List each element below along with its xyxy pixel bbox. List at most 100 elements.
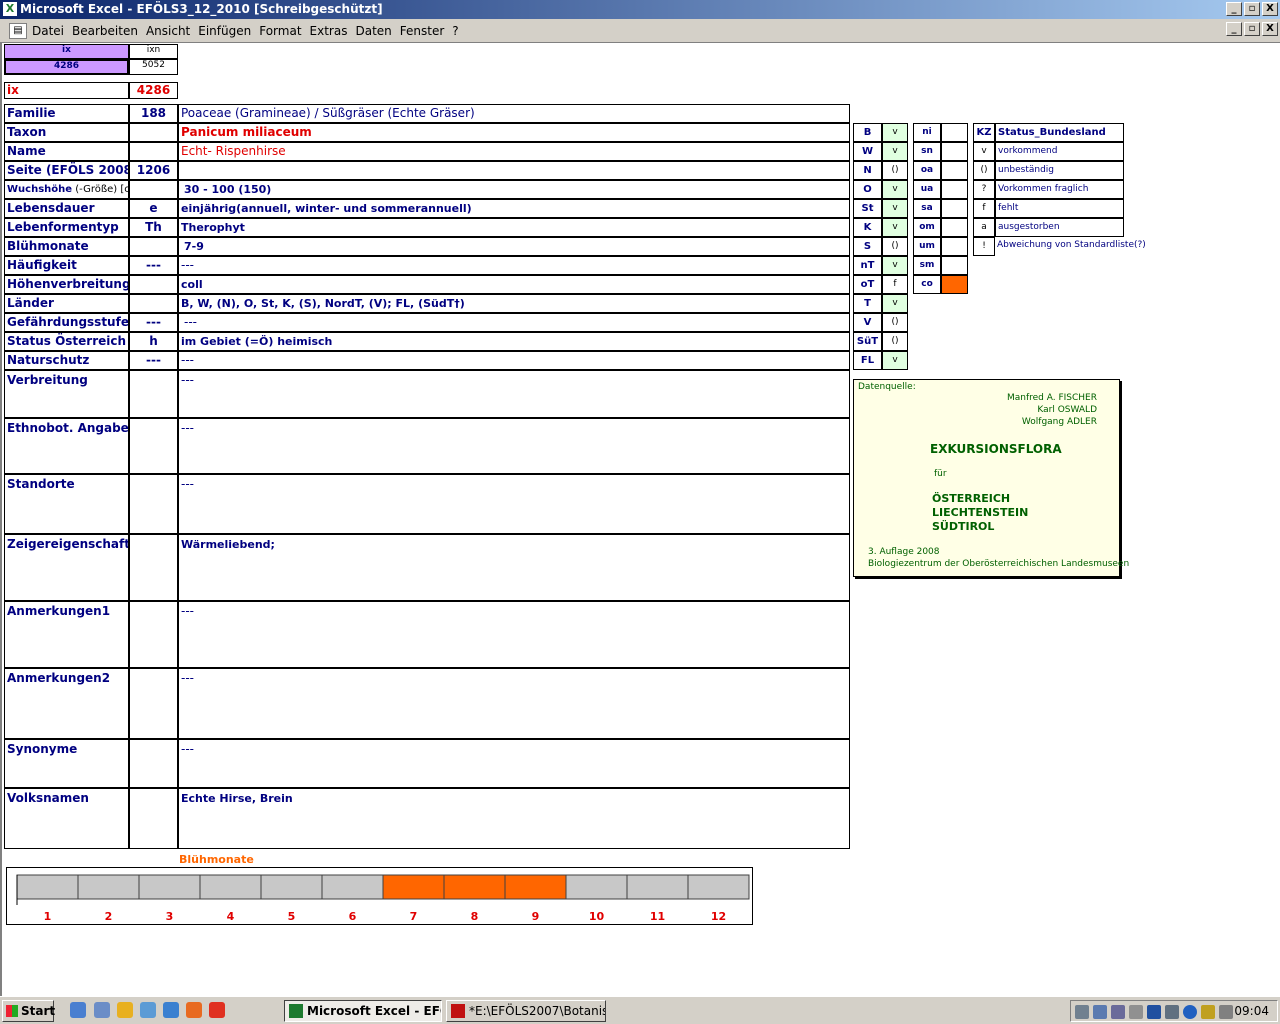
row-label-16[interactable]: Standorte: [4, 474, 129, 534]
zone-code-0[interactable]: ni: [913, 123, 941, 142]
tray-icon-8[interactable]: [1201, 1005, 1215, 1019]
row-value-11[interactable]: ---: [178, 313, 850, 332]
tray-search-icon[interactable]: [1093, 1005, 1107, 1019]
row-value-1[interactable]: Panicum miliaceum: [178, 123, 850, 142]
minimize-button[interactable]: _: [1226, 2, 1242, 16]
row-code-17[interactable]: [129, 534, 178, 601]
row-value-10[interactable]: B, W, (N), O, St, K, (S), NordT, (V); FL…: [178, 294, 850, 313]
ixn-value-cell[interactable]: 5052: [129, 59, 178, 75]
bundesland-status-10[interactable]: (): [882, 313, 908, 332]
bundesland-status-8[interactable]: f: [882, 275, 908, 294]
tray-icon-6[interactable]: [1165, 1005, 1179, 1019]
quicklaunch-network-icon[interactable]: [140, 1002, 156, 1018]
legend-code-5[interactable]: !: [973, 237, 995, 256]
row-value-9[interactable]: coll: [178, 275, 850, 294]
workbook-icon[interactable]: ▤: [9, 23, 27, 39]
zone-status-1[interactable]: [941, 142, 968, 161]
legend-code-2[interactable]: ?: [973, 180, 995, 199]
bundesland-code-0[interactable]: B: [853, 123, 882, 142]
row-code-0[interactable]: 188: [129, 104, 178, 123]
legend-code-4[interactable]: a: [973, 218, 995, 237]
taskbar-editor-button[interactable]: *E:\EFÖLS2007\Botanisc...: [446, 1000, 606, 1022]
row-label-1[interactable]: Taxon: [4, 123, 129, 142]
worksheet[interactable]: ix 4286 ixn 5052 ix 4286 Familie 188 Poace…: [0, 43, 1280, 996]
row-value-0[interactable]: Poaceae (Gramineae) / Süßgräser (Echte G…: [178, 104, 850, 123]
row-label-3[interactable]: Seite (EFÖLS 2008): [4, 161, 129, 180]
row-code-15[interactable]: [129, 418, 178, 474]
zone-status-7[interactable]: [941, 256, 968, 275]
row-value-18[interactable]: ---: [178, 601, 850, 668]
doc-close-button[interactable]: X: [1262, 22, 1278, 36]
menu-item-7[interactable]: Fenster: [400, 24, 445, 38]
menu-item-4[interactable]: Format: [259, 24, 301, 38]
zone-status-6[interactable]: [941, 237, 968, 256]
bundesland-code-7[interactable]: nT: [853, 256, 882, 275]
row-code-11[interactable]: ---: [129, 313, 178, 332]
row-label-21[interactable]: Volksnamen: [4, 788, 129, 849]
row-label-13[interactable]: Naturschutz: [4, 351, 129, 370]
row-code-14[interactable]: [129, 370, 178, 418]
quicklaunch-chrome-icon[interactable]: [209, 1002, 225, 1018]
legend-text-0[interactable]: vorkommend: [995, 142, 1124, 161]
quicklaunch-firefox-icon[interactable]: [186, 1002, 202, 1018]
tray-icon-4[interactable]: [1129, 1005, 1143, 1019]
legend-text-2[interactable]: Vorkommen fraglich: [995, 180, 1124, 199]
row-value-20[interactable]: ---: [178, 739, 850, 788]
row-value-17[interactable]: Wärmeliebend;: [178, 534, 850, 601]
row-label-19[interactable]: Anmerkungen2: [4, 668, 129, 739]
row-value-19[interactable]: ---: [178, 668, 850, 739]
start-button[interactable]: Start: [2, 1000, 55, 1022]
bundesland-code-8[interactable]: oT: [853, 275, 882, 294]
row-code-3[interactable]: 1206: [129, 161, 178, 180]
legend-kz-header[interactable]: KZ: [973, 123, 995, 142]
row-label-8[interactable]: Häufigkeit: [4, 256, 129, 275]
quicklaunch-explorer-icon[interactable]: [94, 1002, 110, 1018]
row-label-0[interactable]: Familie: [4, 104, 129, 123]
menu-item-1[interactable]: Bearbeiten: [72, 24, 138, 38]
zone-code-5[interactable]: om: [913, 218, 941, 237]
row-value-2[interactable]: Echt- Rispenhirse: [178, 142, 850, 161]
zone-code-7[interactable]: sm: [913, 256, 941, 275]
zone-code-3[interactable]: ua: [913, 180, 941, 199]
bundesland-code-3[interactable]: O: [853, 180, 882, 199]
row-code-13[interactable]: ---: [129, 351, 178, 370]
row-code-2[interactable]: [129, 142, 178, 161]
bundesland-code-1[interactable]: W: [853, 142, 882, 161]
row-label-20[interactable]: Synonyme: [4, 739, 129, 788]
row-value-21[interactable]: Echte Hirse, Brein: [178, 788, 850, 849]
zone-code-8[interactable]: co: [913, 275, 941, 294]
zone-status-0[interactable]: [941, 123, 968, 142]
zone-code-1[interactable]: sn: [913, 142, 941, 161]
tray-shield-icon[interactable]: [1147, 1005, 1161, 1019]
row-code-21[interactable]: [129, 788, 178, 849]
restore-button[interactable]: ▫: [1244, 2, 1260, 16]
legend-text-1[interactable]: unbeständig: [995, 161, 1124, 180]
bundesland-code-4[interactable]: St: [853, 199, 882, 218]
row-code-1[interactable]: [129, 123, 178, 142]
menu-item-0[interactable]: Datei: [32, 24, 64, 38]
row-value-12[interactable]: im Gebiet (=Ö) heimisch: [178, 332, 850, 351]
tray-icon-1[interactable]: [1075, 1005, 1089, 1019]
row-code-4[interactable]: [129, 180, 178, 199]
taskbar-excel-button[interactable]: Microsoft Excel - EFÖL...: [284, 1000, 442, 1022]
row-code-9[interactable]: [129, 275, 178, 294]
doc-restore-button[interactable]: ▫: [1244, 22, 1260, 36]
menu-item-3[interactable]: Einfügen: [198, 24, 251, 38]
row-label-15[interactable]: Ethnobot. Angaben: [4, 418, 129, 474]
row-code-20[interactable]: [129, 739, 178, 788]
zone-code-2[interactable]: oa: [913, 161, 941, 180]
bundesland-status-4[interactable]: v: [882, 199, 908, 218]
quicklaunch-ie-icon[interactable]: [163, 1002, 179, 1018]
row-code-8[interactable]: ---: [129, 256, 178, 275]
row-label-9[interactable]: Höhenverbreitung: [4, 275, 129, 294]
zone-status-3[interactable]: [941, 180, 968, 199]
row-label-18[interactable]: Anmerkungen1: [4, 601, 129, 668]
row-label-14[interactable]: Verbreitung: [4, 370, 129, 418]
row-code-12[interactable]: h: [129, 332, 178, 351]
quicklaunch-desktop-icon[interactable]: [70, 1002, 86, 1018]
row-value-5[interactable]: einjährig(annuell, winter- und sommerann…: [178, 199, 850, 218]
legend-status-header[interactable]: Status_Bundesland: [995, 123, 1124, 142]
bundesland-code-9[interactable]: T: [853, 294, 882, 313]
bundesland-status-2[interactable]: (): [882, 161, 908, 180]
row-value-3[interactable]: [178, 161, 850, 180]
